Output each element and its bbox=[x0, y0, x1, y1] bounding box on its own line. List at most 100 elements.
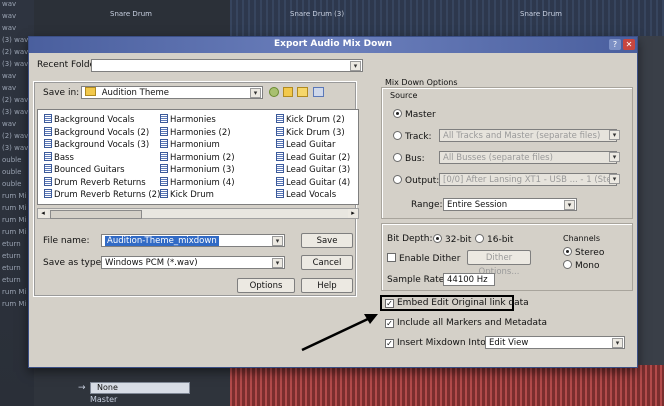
save-button[interactable]: Save bbox=[301, 233, 353, 248]
up-folder-icon[interactable] bbox=[283, 87, 293, 97]
file-item[interactable]: Harmonies (2) bbox=[160, 126, 231, 138]
bit32-radio[interactable]: 32-bit bbox=[433, 234, 471, 245]
chevron-down-icon[interactable]: ▾ bbox=[272, 236, 283, 246]
cancel-button[interactable]: Cancel bbox=[301, 255, 353, 270]
enable-dither-checkbox[interactable]: Enable Dither bbox=[387, 253, 460, 264]
track-list-row: wav bbox=[2, 0, 17, 8]
view-menu-icon[interactable] bbox=[313, 87, 324, 97]
mono-label: Mono bbox=[575, 261, 600, 271]
include-markers-label: Include all Markers and Metadata bbox=[397, 318, 548, 328]
audio-file-icon bbox=[276, 189, 284, 198]
file-name-label: File name: bbox=[43, 236, 90, 246]
master-label: Master bbox=[405, 110, 436, 120]
chevron-down-icon[interactable]: ▾ bbox=[564, 200, 575, 210]
insert-mixdown-select[interactable]: Edit View ▾ bbox=[485, 336, 625, 349]
chevron-down-icon[interactable]: ▾ bbox=[612, 338, 623, 348]
audio-file-icon bbox=[44, 114, 52, 123]
master-radio[interactable]: Master bbox=[393, 109, 436, 120]
sample-rate-field[interactable]: 44100 Hz bbox=[443, 273, 495, 286]
file-item[interactable]: Lead Guitar (2) bbox=[276, 151, 350, 163]
output-select[interactable]: None bbox=[90, 382, 190, 394]
chevron-down-icon[interactable]: ▾ bbox=[272, 258, 283, 268]
close-icon[interactable]: ✕ bbox=[623, 39, 635, 50]
audio-file-icon bbox=[276, 114, 284, 123]
file-item[interactable]: Drum Reverb Returns (2) bbox=[44, 189, 160, 200]
audio-file-icon bbox=[276, 151, 284, 161]
chevron-down-icon[interactable]: ▾ bbox=[609, 152, 620, 162]
file-name: Lead Guitar (3) bbox=[286, 165, 351, 175]
file-item[interactable]: Bass bbox=[44, 151, 74, 163]
track-radio[interactable]: Track: bbox=[393, 131, 432, 142]
bus-radio[interactable]: Bus: bbox=[393, 153, 425, 164]
help-button[interactable]: Help bbox=[301, 278, 353, 293]
file-item[interactable]: Harmonium (3) bbox=[160, 164, 235, 175]
track-value: All Tracks and Master (separate files) bbox=[443, 131, 601, 141]
file-name-input[interactable]: Audition-Theme_mixdown ▾ bbox=[101, 234, 285, 247]
save-as-type-select[interactable]: Windows PCM (*.wav) ▾ bbox=[101, 256, 285, 269]
output-select[interactable]: [0/0] After Lansing XT1 - USB ... - 1 (S… bbox=[439, 173, 617, 186]
title-bar[interactable]: Export Audio Mix Down ? ✕ bbox=[29, 37, 637, 53]
checkbox-icon bbox=[387, 253, 396, 262]
bus-select[interactable]: All Busses (separate files) bbox=[439, 151, 617, 164]
options-button[interactable]: Options bbox=[237, 278, 295, 293]
checkbox-checked-icon: ✓ bbox=[385, 299, 394, 308]
file-item[interactable]: Kick Drum (3) bbox=[276, 126, 345, 138]
file-name: Lead Vocals bbox=[286, 190, 337, 200]
file-item[interactable]: Harmonium (4) bbox=[160, 176, 235, 188]
file-item[interactable]: Background Vocals (2) bbox=[44, 126, 149, 138]
audio-file-icon bbox=[44, 176, 52, 186]
audio-file-icon bbox=[44, 164, 52, 173]
chevron-down-icon[interactable]: ▾ bbox=[609, 130, 620, 140]
chevron-down-icon[interactable]: ▾ bbox=[250, 88, 261, 98]
file-name: Harmonies (2) bbox=[170, 127, 231, 138]
file-item[interactable]: Kick Drum bbox=[160, 189, 214, 200]
new-folder-icon[interactable] bbox=[297, 87, 308, 97]
file-name: Drum Reverb Returns bbox=[54, 177, 146, 188]
track-list-row: wav bbox=[2, 24, 17, 32]
file-item[interactable]: Harmonium bbox=[160, 139, 220, 150]
file-item[interactable]: Background Vocals (3) bbox=[44, 139, 149, 150]
file-item[interactable]: Kick Drum (2) bbox=[276, 114, 345, 125]
dither-options-button[interactable]: Dither Options... bbox=[467, 250, 531, 277]
file-name: Bass bbox=[54, 152, 74, 163]
file-item[interactable]: Lead Guitar (3) bbox=[276, 164, 350, 175]
sample-rate-label: Sample Rate: bbox=[387, 275, 448, 285]
range-value: Entire Session bbox=[447, 200, 508, 210]
range-select[interactable]: Entire Session ▾ bbox=[443, 198, 577, 211]
horizontal-scrollbar[interactable]: ◂ ▸ bbox=[37, 208, 359, 219]
help-icon[interactable]: ? bbox=[609, 39, 621, 50]
audio-file-icon bbox=[44, 151, 52, 161]
file-item[interactable]: Bounced Guitars bbox=[44, 164, 125, 175]
bit16-radio[interactable]: 16-bit bbox=[475, 234, 513, 245]
save-in-select[interactable]: Audition Theme ▾ bbox=[81, 86, 263, 99]
radio-icon bbox=[393, 131, 402, 140]
file-item[interactable]: Drum Reverb Returns bbox=[44, 176, 146, 188]
chevron-down-icon[interactable]: ▾ bbox=[609, 174, 620, 184]
file-name: Harmonium (3) bbox=[170, 165, 235, 175]
scroll-right-icon[interactable]: ▸ bbox=[348, 209, 358, 218]
track-name: Snare Drum bbox=[110, 10, 152, 18]
embed-edit-checkbox[interactable]: ✓ Embed Edit Original link data bbox=[385, 298, 529, 308]
track-name: Snare Drum bbox=[520, 10, 562, 18]
bus-label: Bus: bbox=[405, 154, 425, 164]
file-name: Kick Drum bbox=[170, 190, 214, 200]
file-item[interactable]: Harmonies bbox=[160, 114, 216, 125]
track-select[interactable]: All Tracks and Master (separate files) bbox=[439, 129, 617, 142]
insert-mixdown-checkbox[interactable]: ✓ Insert Mixdown Into: bbox=[385, 338, 489, 348]
scroll-left-icon[interactable]: ◂ bbox=[38, 209, 48, 218]
include-markers-checkbox[interactable]: ✓ Include all Markers and Metadata bbox=[385, 318, 547, 328]
save-in-value: Audition Theme bbox=[101, 88, 169, 98]
recent-folders-select[interactable]: ▾ bbox=[91, 59, 363, 72]
file-item[interactable]: Lead Guitar (4) bbox=[276, 176, 350, 188]
bit32-label: 32-bit bbox=[445, 235, 472, 245]
back-icon[interactable] bbox=[269, 87, 279, 97]
scroll-thumb[interactable] bbox=[50, 210, 142, 219]
stereo-radio[interactable]: Stereo bbox=[563, 247, 604, 258]
output-radio[interactable]: Output: bbox=[393, 175, 439, 186]
file-item[interactable]: Background Vocals bbox=[44, 114, 134, 125]
file-item[interactable]: Lead Vocals bbox=[276, 189, 336, 200]
file-item[interactable]: Harmonium (2) bbox=[160, 151, 235, 163]
file-item[interactable]: Lead Guitar bbox=[276, 139, 336, 150]
mono-radio[interactable]: Mono bbox=[563, 260, 599, 271]
chevron-down-icon[interactable]: ▾ bbox=[350, 61, 361, 71]
